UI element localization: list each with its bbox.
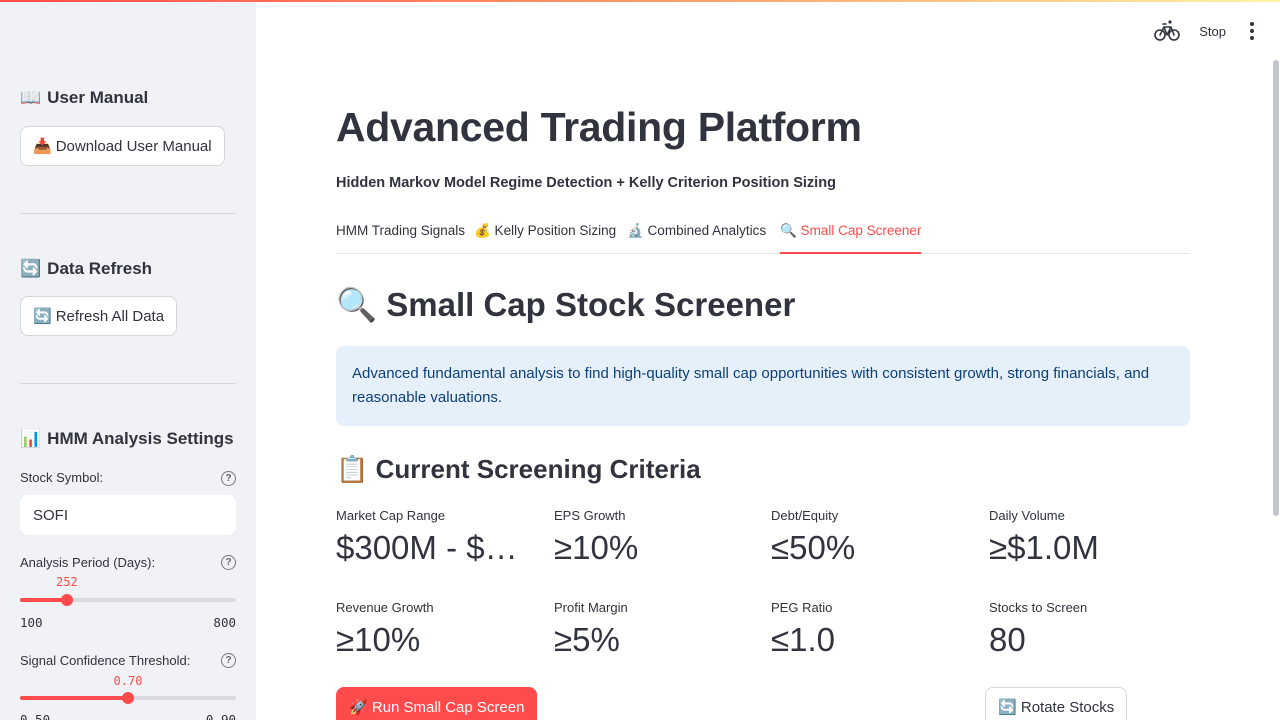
- tab-kelly-position-sizing[interactable]: 💰 Kelly Position Sizing: [474, 221, 616, 254]
- data-refresh-heading: 🔄 Data Refresh: [20, 259, 153, 278]
- scrollbar-thumb[interactable]: [1273, 60, 1279, 516]
- metric-label: Market Cap Range: [336, 508, 446, 523]
- stock-symbol-label: Stock Symbol:: [20, 470, 104, 485]
- sidebar-divider: [20, 213, 236, 214]
- screener-title: 🔍 Small Cap Stock Screener: [336, 286, 796, 323]
- tab-small-cap-screener[interactable]: 🔍 Small Cap Screener: [780, 221, 922, 254]
- refresh-all-data-button[interactable]: 🔄 Refresh All Data: [20, 296, 178, 336]
- bicycle-icon: [1154, 20, 1181, 41]
- tab-bar: HMM Trading Signals 💰 Kelly Position Siz…: [336, 221, 1190, 254]
- metric-value: ≥10%: [554, 529, 639, 566]
- stock-symbol-input[interactable]: SOFI: [20, 495, 236, 535]
- metric-value: ≤50%: [771, 529, 856, 566]
- metric-profit-margin: Profit Margin ≥5%: [554, 600, 754, 659]
- page-title: Advanced Trading Platform: [336, 104, 862, 150]
- sidebar: 📖 User Manual 📥 Download User Manual 🔄 Data…: [0, 0, 256, 720]
- hmm-settings-heading: 📊 HMM Analysis Settings: [20, 429, 234, 448]
- analysis-period-max: 800: [213, 615, 236, 630]
- user-manual-heading: 📖 User Manual: [20, 88, 149, 107]
- confidence-threshold-value: 0.70: [113, 674, 143, 688]
- metric-value: ≥5%: [554, 621, 620, 658]
- metric-label: Stocks to Screen: [989, 600, 1088, 615]
- bar-chart-icon: 📊: [20, 429, 42, 448]
- refresh-icon: 🔄: [20, 259, 42, 278]
- metric-label: EPS Growth: [554, 508, 626, 523]
- sidebar-divider: [20, 383, 236, 384]
- vertical-dots-icon[interactable]: [1244, 21, 1260, 41]
- refresh-icon: 🔄: [998, 699, 1017, 716]
- refresh-icon: 🔄: [33, 308, 52, 325]
- slider-thumb[interactable]: [60, 594, 73, 606]
- help-icon[interactable]: ?: [221, 555, 236, 570]
- confidence-threshold-min: 0.50: [20, 712, 51, 720]
- slider-fill: [20, 598, 67, 602]
- confidence-threshold-slider[interactable]: [20, 692, 236, 704]
- app-status-bar: Stop: [1153, 16, 1260, 46]
- metric-market-cap: Market Cap Range $300M - $2…: [336, 508, 536, 567]
- metric-value: ≥10%: [336, 621, 421, 658]
- metric-value: ≤1.0: [771, 621, 835, 658]
- top-decoration-bar: [0, 0, 1280, 2]
- metric-value: $300M - $2…: [336, 529, 534, 566]
- metric-label: PEG Ratio: [771, 600, 833, 615]
- metric-stocks-to-screen: Stocks to Screen 80: [989, 600, 1189, 659]
- book-icon: 📖: [20, 88, 42, 107]
- metric-revenue-growth: Revenue Growth ≥10%: [336, 600, 536, 659]
- slider-thumb[interactable]: [122, 692, 134, 704]
- stop-button[interactable]: Stop: [1199, 24, 1226, 39]
- help-icon[interactable]: ?: [221, 653, 236, 668]
- tab-hmm-trading-signals[interactable]: HMM Trading Signals: [336, 221, 465, 254]
- help-icon[interactable]: ?: [221, 471, 236, 486]
- metric-daily-volume: Daily Volume ≥$1.0M: [989, 508, 1189, 567]
- tab-combined-analytics[interactable]: 🔬 Combined Analytics: [627, 221, 766, 254]
- clipboard-icon: 📋: [336, 454, 369, 484]
- confidence-threshold-max: 0.90: [205, 712, 236, 720]
- rotate-stocks-button[interactable]: 🔄 Rotate Stocks: [985, 687, 1128, 720]
- magnifier-icon: 🔍: [336, 286, 378, 323]
- analysis-period-label: Analysis Period (Days):: [20, 555, 156, 570]
- metric-peg-ratio: PEG Ratio ≤1.0: [771, 600, 971, 659]
- slider-fill: [20, 696, 128, 700]
- metric-label: Revenue Growth: [336, 600, 434, 615]
- download-user-manual-button[interactable]: 📥 Download User Manual: [20, 126, 225, 166]
- analysis-period-value: 252: [56, 575, 78, 589]
- scrollbar[interactable]: [1272, 60, 1280, 516]
- criteria-title: 📋 Current Screening Criteria: [336, 454, 701, 484]
- rocket-icon: 🚀: [349, 699, 368, 716]
- metric-value: 80: [989, 621, 1026, 658]
- metric-eps-growth: EPS Growth ≥10%: [554, 508, 754, 567]
- metric-value: ≥$1.0M: [989, 529, 1099, 566]
- download-tray-icon: 📥: [33, 138, 52, 155]
- metric-label: Daily Volume: [989, 508, 1065, 523]
- analysis-period-slider[interactable]: [20, 594, 236, 606]
- analysis-period-min: 100: [20, 615, 43, 630]
- metric-debt-equity: Debt/Equity ≤50%: [771, 508, 971, 567]
- page-subtitle: Hidden Markov Model Regime Detection + K…: [336, 175, 836, 191]
- run-small-cap-screen-button[interactable]: 🚀 Run Small Cap Screen: [336, 687, 538, 720]
- screener-info-alert: Advanced fundamental analysis to find hi…: [336, 346, 1190, 426]
- metric-label: Debt/Equity: [771, 508, 839, 523]
- confidence-threshold-label: Signal Confidence Threshold:: [20, 653, 191, 668]
- metric-label: Profit Margin: [554, 600, 628, 615]
